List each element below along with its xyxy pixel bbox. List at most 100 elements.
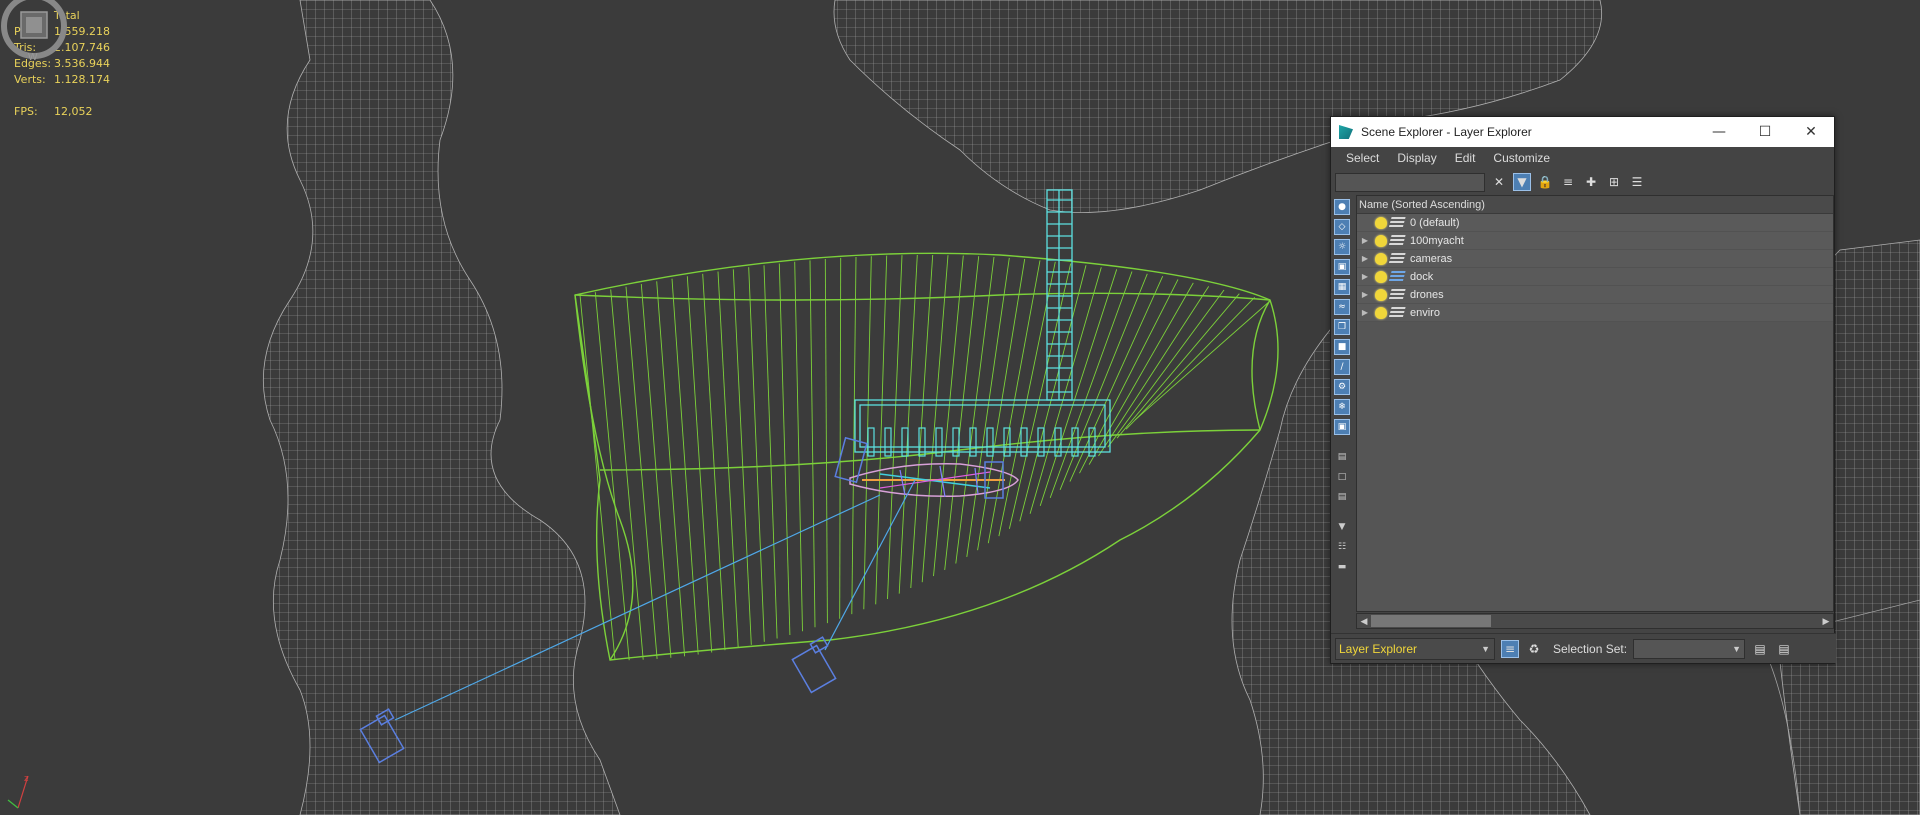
filter-spacewarps-icon[interactable]: ≈ — [1334, 299, 1350, 315]
water-rib — [955, 256, 995, 564]
expand-arrow-icon[interactable]: ▶ — [1359, 290, 1371, 299]
layer-row[interactable]: ▶ enviro — [1357, 304, 1833, 322]
filter-frozen-icon[interactable]: ❄ — [1334, 399, 1350, 415]
water-rib — [887, 255, 903, 600]
filter-settings-icon[interactable]: ☷ — [1334, 539, 1350, 555]
lightbulb-icon[interactable] — [1375, 270, 1387, 283]
layers-options-button[interactable]: ≡ — [1559, 173, 1577, 191]
water-rib — [610, 289, 644, 660]
filter-toggle-button[interactable]: ▼ — [1513, 173, 1531, 191]
water-rib — [686, 276, 713, 653]
layer-tree[interactable]: Name (Sorted Ascending) 0 (default) ▶ 100m… — [1356, 195, 1834, 612]
filter-shapes-icon[interactable]: ◇ — [1334, 219, 1350, 235]
lightbulb-icon[interactable] — [1375, 288, 1387, 301]
display-all-icon[interactable]: ▤ — [1334, 449, 1350, 465]
minimize-button[interactable]: — — [1696, 117, 1742, 147]
add-to-layer-icon: ⊞ — [1608, 175, 1620, 189]
lightbulb-icon[interactable] — [1375, 306, 1387, 319]
layer-stack-icon[interactable] — [1388, 288, 1406, 301]
layer-stack-icon: ≡ — [1504, 641, 1516, 656]
filter-containers-icon[interactable]: ⚙ — [1334, 379, 1350, 395]
options-icon[interactable]: ▬ — [1334, 559, 1350, 575]
sort-by-layer-button[interactable]: ≡ — [1501, 639, 1519, 658]
layer-row[interactable]: ▶ drones — [1357, 286, 1833, 304]
lightbulb-icon[interactable] — [1375, 234, 1387, 247]
delete-selection-set-button[interactable]: ▤ — [1775, 640, 1793, 658]
explorer-content: ● ◇ ☼ ▣ ▦ ≈ ❐ ■ ∕ ⚙ ❄ ▣ ▤ □ ▤ ▼ ☷ ▬ Name… — [1331, 195, 1836, 631]
water-rib — [1049, 271, 1133, 499]
lightbulb-icon[interactable] — [1375, 252, 1387, 265]
layers-icon: ≡ — [1562, 175, 1574, 189]
clear-search-button[interactable]: ✕ — [1490, 173, 1508, 191]
hierarchy-icon: ♻ — [1528, 641, 1540, 656]
filter-cameras-icon[interactable]: ▣ — [1334, 259, 1350, 275]
maximize-button[interactable]: ☐ — [1742, 117, 1788, 147]
scroll-left-icon[interactable]: ◀ — [1357, 616, 1371, 627]
filter-geometry-icon[interactable]: ● — [1334, 199, 1350, 215]
menu-display[interactable]: Display — [1388, 151, 1445, 165]
display-invert-icon[interactable]: ▤ — [1334, 489, 1350, 505]
selection-set-label: Selection Set: — [1553, 641, 1628, 656]
filter-helpers-icon[interactable]: ▦ — [1334, 279, 1350, 295]
filter-hidden-icon[interactable]: ▣ — [1334, 419, 1350, 435]
water-rib — [671, 278, 699, 655]
minimize-icon: — — [1712, 124, 1726, 140]
axis-gizmo: z — [7, 773, 29, 809]
scene-explorer-window[interactable]: Scene Explorer - Layer Explorer — ☐ ✕ Se… — [1330, 116, 1836, 664]
layer-stack-icon[interactable] — [1388, 216, 1406, 229]
chevron-down-icon: ▼ — [1481, 643, 1490, 654]
explorer-mode-select[interactable]: Layer Explorer ▼ — [1335, 637, 1495, 660]
water-rib — [625, 286, 658, 659]
filter-bones-icon[interactable]: ∕ — [1334, 359, 1350, 375]
water-rib — [921, 255, 949, 583]
lock-button[interactable]: 🔒 — [1536, 173, 1554, 191]
add-layer-button[interactable]: ✚ — [1582, 173, 1600, 191]
app-logo-icon — [1339, 125, 1353, 139]
water-rib — [778, 263, 791, 636]
title-bar[interactable]: Scene Explorer - Layer Explorer — ☐ ✕ — [1331, 117, 1834, 147]
scroll-thumb[interactable] — [1371, 615, 1491, 627]
water-rib — [824, 258, 828, 624]
water-rib — [732, 269, 752, 645]
select-layer-icon: ☰ — [1631, 175, 1643, 189]
filter-lights-icon[interactable]: ☼ — [1334, 239, 1350, 255]
expand-arrow-icon[interactable]: ▶ — [1359, 254, 1371, 263]
svg-text:W: W — [28, 52, 38, 62]
expand-arrow-icon[interactable]: ▶ — [1359, 308, 1371, 317]
scroll-right-icon[interactable]: ▶ — [1819, 616, 1833, 627]
water-rib — [794, 261, 803, 632]
layer-row[interactable]: ▶ dock — [1357, 268, 1833, 286]
column-header-name[interactable]: Name (Sorted Ascending) — [1357, 196, 1833, 214]
edit-selection-set-button[interactable]: ▤ — [1751, 640, 1769, 658]
filter-groups-icon[interactable]: ❐ — [1334, 319, 1350, 335]
display-none-icon[interactable]: □ — [1334, 469, 1350, 485]
water-rib — [898, 254, 918, 594]
selection-set-field[interactable]: ▼ — [1633, 638, 1746, 659]
menu-select[interactable]: Select — [1337, 151, 1388, 165]
layer-stack-icon[interactable] — [1388, 252, 1406, 265]
close-button[interactable]: ✕ — [1788, 117, 1834, 147]
expand-arrow-icon[interactable]: ▶ — [1359, 236, 1371, 245]
expand-arrow-icon[interactable]: ▶ — [1359, 272, 1371, 281]
water-rib — [987, 260, 1041, 544]
filter-xrefs-icon[interactable]: ■ — [1334, 339, 1350, 355]
layer-stack-icon[interactable] — [1388, 270, 1406, 283]
water-rib — [1008, 263, 1072, 529]
search-input[interactable] — [1335, 172, 1485, 192]
menu-customize[interactable]: Customize — [1484, 151, 1559, 165]
layer-stack-icon[interactable] — [1388, 306, 1406, 319]
layer-row[interactable]: ▶ cameras — [1357, 250, 1833, 268]
lightbulb-icon[interactable] — [1375, 216, 1387, 229]
add-to-layer-button[interactable]: ⊞ — [1605, 173, 1623, 191]
layer-stack-icon[interactable] — [1388, 234, 1406, 247]
viewcube[interactable]: W — [0, 0, 80, 62]
select-in-layer-button[interactable]: ☰ — [1628, 173, 1646, 191]
horizontal-scrollbar[interactable]: ◀ ▶ — [1356, 613, 1834, 629]
hierarchy-button[interactable]: ♻ — [1525, 640, 1543, 658]
menu-edit[interactable]: Edit — [1446, 151, 1485, 165]
filter-icon: ▼ — [1517, 175, 1527, 189]
water-rib — [717, 271, 739, 648]
layer-row[interactable]: 0 (default) — [1357, 214, 1833, 232]
funnel-icon[interactable]: ▼ — [1334, 519, 1350, 535]
layer-row[interactable]: ▶ 100myacht — [1357, 232, 1833, 250]
